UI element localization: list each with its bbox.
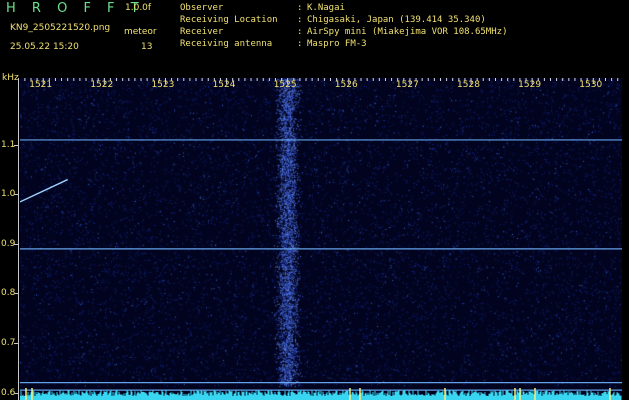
x-tick-label: 1526 <box>334 80 358 90</box>
receiver-value: AirSpy mini (Miakejima VOR 108.65MHz) <box>307 27 508 37</box>
spectrogram-overlay <box>20 78 622 400</box>
observer-colon: : <box>297 3 303 13</box>
y-tick-mark <box>14 293 19 295</box>
location-colon: : <box>297 15 303 25</box>
x-tick-label: 1524 <box>212 80 236 90</box>
x-tick-label: 1523 <box>151 80 175 90</box>
meteor-echo <box>20 178 68 203</box>
receiver-key: Receiver <box>180 27 224 37</box>
x-tick-label: 1521 <box>29 80 53 90</box>
app-logo: H R O F F T <box>6 1 145 16</box>
antenna-key: Receiving antenna <box>180 39 273 49</box>
observer-key: Observer <box>180 3 224 13</box>
x-tick-label: 1529 <box>518 80 542 90</box>
x-tick-label: 1527 <box>395 80 419 90</box>
observer-value: K.Nagai <box>307 3 345 13</box>
filename-label: KN9_2505221520.png <box>10 23 111 33</box>
y-tick-mark <box>14 392 19 394</box>
x-tick-label: 1530 <box>579 80 603 90</box>
y-axis-line <box>18 78 19 400</box>
version-label: 1.0.0f <box>125 3 152 13</box>
x-tick-label: 1528 <box>457 80 480 90</box>
y-tick-mark <box>14 343 19 345</box>
x-tick-label: 1522 <box>90 80 114 90</box>
receiver-colon: : <box>297 27 303 37</box>
header-panel: H R O F F T 1.0.0f KN9_2505221520.png 25… <box>0 0 629 75</box>
source-value: 13 <box>141 42 153 52</box>
antenna-value: Maspro FM-3 <box>307 39 367 49</box>
location-value: Chigasaki, Japan (139.414 35.340) <box>307 15 486 25</box>
y-tick-mark <box>14 194 19 196</box>
y-tick-mark <box>14 243 19 245</box>
antenna-colon: : <box>297 39 303 49</box>
datetime-label: 25.05.22 15:20 <box>10 42 79 52</box>
x-tick-label: 1525 <box>273 80 297 90</box>
y-tick-mark <box>14 144 19 146</box>
y-unit-label: kHz <box>2 73 19 83</box>
source-label: meteor <box>124 27 157 37</box>
location-key: Receiving Location <box>180 15 278 25</box>
spectrogram-plot <box>20 78 622 400</box>
